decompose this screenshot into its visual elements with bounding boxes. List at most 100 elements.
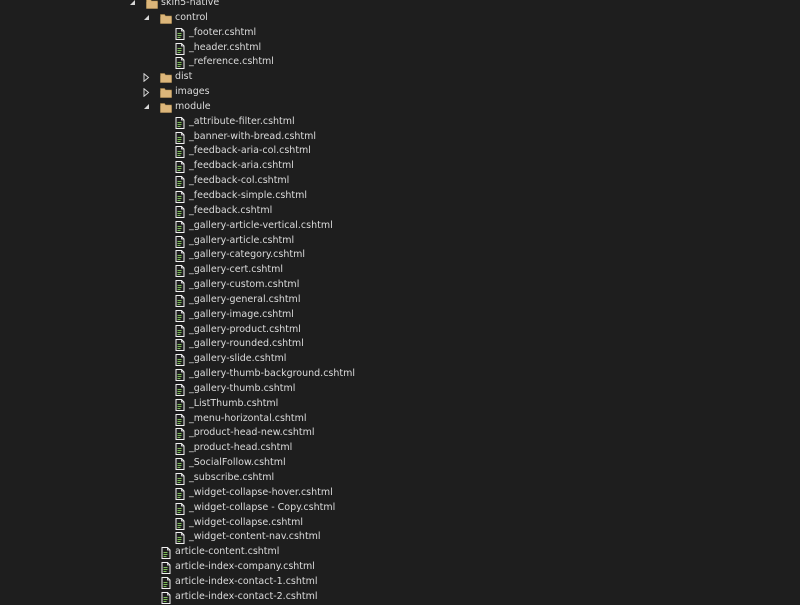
cshtml-file-icon (174, 42, 186, 55)
tree-file[interactable]: _menu-horizontal.cshtml (0, 412, 800, 427)
tree-file[interactable]: _gallery-slide.cshtml (0, 352, 800, 367)
file-label: article-index-company.cshtml (175, 561, 315, 573)
cshtml-file-icon (174, 57, 186, 70)
tree-file[interactable]: _feedback.cshtml (0, 204, 800, 219)
expanded-arrow-icon[interactable] (128, 0, 138, 11)
file-label: _feedback-simple.cshtml (189, 189, 308, 201)
file-label: _gallery-article-vertical.cshtml (189, 219, 333, 231)
cshtml-file-icon (160, 576, 172, 589)
file-label: _gallery-thumb-background.cshtml (189, 368, 356, 380)
file-label: _feedback-aria.cshtml (189, 160, 294, 172)
file-label: _footer.cshtml (189, 26, 257, 38)
tree-file[interactable]: article-index-contact-1.cshtml (0, 575, 800, 590)
tree-file[interactable]: _feedback-aria-col.cshtml (0, 144, 800, 159)
tree-file[interactable]: _feedback-simple.cshtml (0, 189, 800, 204)
file-label: _widget-collapse - Copy.cshtml (189, 501, 336, 513)
file-label: _feedback-col.cshtml (189, 175, 290, 187)
cshtml-file-icon (174, 235, 186, 248)
cshtml-file-icon (160, 591, 172, 604)
tree-file[interactable]: _gallery-custom.cshtml (0, 278, 800, 293)
cshtml-file-icon (174, 161, 186, 174)
tree-file[interactable]: _gallery-thumb.cshtml (0, 382, 800, 397)
cshtml-file-icon (174, 458, 186, 471)
tree-file[interactable]: _gallery-cert.cshtml (0, 263, 800, 278)
file-label: _attribute-filter.cshtml (189, 115, 295, 127)
tree-node-skin5-native[interactable]: skin5-native (0, 0, 800, 11)
tree-file[interactable]: _feedback-col.cshtml (0, 174, 800, 189)
tree-file[interactable]: article-content.cshtml (0, 545, 800, 560)
tree-file[interactable]: _gallery-product.cshtml (0, 323, 800, 338)
folder-icon (160, 102, 172, 113)
tree-file[interactable]: article-index-company.cshtml (0, 560, 800, 575)
tree-file[interactable]: _gallery-category.cshtml (0, 248, 800, 263)
tree-file[interactable]: _gallery-image.cshtml (0, 308, 800, 323)
tree-file[interactable]: _ListThumb.cshtml (0, 397, 800, 412)
folder-label: images (175, 86, 210, 98)
folder-icon (160, 72, 172, 84)
tree-file[interactable]: _reference.cshtml (0, 55, 800, 70)
file-label: _gallery-image.cshtml (189, 308, 294, 320)
tree-file[interactable]: _SocialFollow.cshtml (0, 456, 800, 471)
cshtml-file-icon (174, 265, 186, 278)
cshtml-file-icon (160, 547, 172, 560)
cshtml-file-icon (174, 502, 186, 515)
folder-icon (160, 13, 172, 24)
file-label: _gallery-thumb.cshtml (189, 382, 296, 394)
cshtml-file-icon (174, 205, 186, 218)
cshtml-file-icon (174, 190, 186, 203)
file-label: _SocialFollow.cshtml (189, 457, 286, 469)
cshtml-file-icon (174, 309, 186, 322)
tree-node-control[interactable]: control (0, 11, 800, 26)
tree-file[interactable]: _gallery-general.cshtml (0, 293, 800, 308)
file-label: _reference.cshtml (189, 56, 274, 68)
cshtml-file-icon (174, 487, 186, 500)
tree-node-images[interactable]: images (0, 85, 800, 100)
cshtml-file-icon (174, 517, 186, 530)
expanded-arrow-icon[interactable] (142, 11, 152, 26)
collapsed-arrow-icon[interactable] (142, 70, 152, 85)
collapsed-arrow-icon[interactable] (142, 85, 152, 100)
folder-label: control (175, 11, 208, 23)
file-label: _gallery-product.cshtml (189, 323, 301, 335)
folder-icon (160, 87, 172, 98)
tree-file[interactable]: _gallery-thumb-background.cshtml (0, 367, 800, 382)
cshtml-file-icon (174, 369, 186, 382)
file-label: article-content.cshtml (175, 546, 280, 558)
cshtml-file-icon (174, 131, 186, 144)
cshtml-file-icon (174, 354, 186, 367)
tree-file[interactable]: _attribute-filter.cshtml (0, 115, 800, 130)
tree-file[interactable]: _subscribe.cshtml (0, 471, 800, 486)
tree-file[interactable]: _gallery-article-vertical.cshtml (0, 219, 800, 234)
file-label: _feedback-aria-col.cshtml (189, 145, 311, 157)
tree-file[interactable]: _widget-collapse.cshtml (0, 516, 800, 531)
tree-file[interactable]: _gallery-rounded.cshtml (0, 337, 800, 352)
tree-node-dist[interactable]: dist (0, 70, 800, 85)
folder-label: dist (175, 71, 193, 83)
file-label: _product-head.cshtml (189, 442, 293, 454)
expanded-arrow-icon[interactable] (142, 100, 152, 115)
cshtml-file-icon (174, 27, 186, 40)
tree-file[interactable]: _banner-with-bread.cshtml (0, 130, 800, 145)
file-label: _menu-horizontal.cshtml (189, 412, 307, 424)
file-label: _widget-collapse.cshtml (189, 516, 304, 528)
file-label: _feedback.cshtml (189, 204, 273, 216)
solution-explorer-tree: skin5-native control _footer.cshtml _header… (0, 0, 800, 605)
tree-file[interactable]: _header.cshtml (0, 41, 800, 56)
tree-file[interactable]: _widget-collapse - Copy.cshtml (0, 501, 800, 516)
tree-file[interactable]: article-index-contact-2.cshtml (0, 590, 800, 605)
tree-file[interactable]: _widget-collapse-hover.cshtml (0, 486, 800, 501)
tree-file[interactable]: _widget-content-nav.cshtml (0, 530, 800, 545)
tree-file[interactable]: _product-head-new.cshtml (0, 426, 800, 441)
tree-file[interactable]: _product-head.cshtml (0, 441, 800, 456)
tree-node-module[interactable]: module (0, 100, 800, 115)
cshtml-file-icon (174, 339, 186, 352)
tree-file[interactable]: _feedback-aria.cshtml (0, 159, 800, 174)
file-label: _gallery-rounded.cshtml (189, 338, 304, 350)
folder-label: module (175, 100, 211, 112)
cshtml-file-icon (174, 324, 186, 337)
file-label: _header.cshtml (189, 41, 262, 53)
tree-file[interactable]: _gallery-article.cshtml (0, 234, 800, 249)
file-label: _subscribe.cshtml (189, 472, 275, 483)
file-label: article-index-contact-1.cshtml (175, 575, 318, 587)
tree-file[interactable]: _footer.cshtml (0, 26, 800, 41)
